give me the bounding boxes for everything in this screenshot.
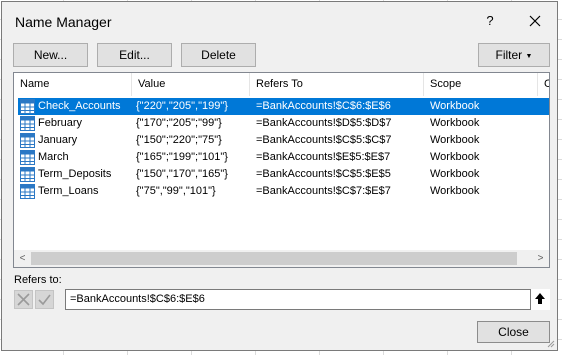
list-row[interactable]: Term_Deposits {"150","170","165"} =BankAcc… xyxy=(18,166,549,183)
row-scope: Workbook xyxy=(430,100,480,112)
row-scope: Workbook xyxy=(430,134,480,146)
column-header-comment[interactable]: C xyxy=(538,73,549,96)
row-name: January xyxy=(38,134,78,146)
row-value: {"165";"199";"101"} xyxy=(136,151,228,163)
row-refers-to: =BankAccounts!$D$5:$D$7 xyxy=(256,117,392,129)
refers-to-bar: =BankAccounts!$C$6:$E$6 xyxy=(13,289,550,311)
named-range-icon xyxy=(20,184,35,199)
names-list[interactable]: Name Value Refers To Scope C Check_Accou… xyxy=(13,72,550,268)
close-icon[interactable] xyxy=(522,10,548,32)
row-refers-to: =BankAccounts!$C$5:$C$7 xyxy=(256,134,392,146)
row-name: March xyxy=(38,151,69,163)
filter-button[interactable]: Filter ▼ xyxy=(478,43,550,67)
scroll-left-icon[interactable]: < xyxy=(14,250,31,267)
horizontal-scrollbar[interactable]: < > xyxy=(14,250,549,267)
row-name: February xyxy=(38,117,83,129)
row-scope: Workbook xyxy=(430,151,480,163)
row-refers-to: =BankAccounts!$C$7:$E$7 xyxy=(256,185,391,197)
scroll-right-icon[interactable]: > xyxy=(532,250,549,267)
row-refers-to: =BankAccounts!$C$5:$E$5 xyxy=(256,168,391,180)
dropdown-arrow-icon: ▼ xyxy=(525,53,533,60)
column-header-scope[interactable]: Scope xyxy=(424,73,538,96)
row-value: {"150","170","165"} xyxy=(136,168,228,180)
row-value: {"75","99","101"} xyxy=(136,185,216,197)
confirm-edit-icon[interactable] xyxy=(35,290,54,309)
named-range-icon xyxy=(20,133,35,148)
delete-button[interactable]: Delete xyxy=(181,43,256,67)
dialog-title: Name Manager xyxy=(15,14,112,30)
row-scope: Workbook xyxy=(430,168,480,180)
named-range-icon xyxy=(20,167,35,182)
named-range-icon xyxy=(20,99,35,114)
row-scope: Workbook xyxy=(430,117,480,129)
edit-button[interactable]: Edit... xyxy=(97,43,172,67)
filter-label: Filter xyxy=(495,48,523,62)
column-header-name[interactable]: Name xyxy=(14,73,132,96)
row-name: Term_Deposits xyxy=(38,168,112,180)
name-manager-dialog: Name Manager ? New... Edit... Delete Fil… xyxy=(1,1,558,351)
row-value: {"220","205","199"} xyxy=(136,100,228,112)
cancel-edit-icon[interactable] xyxy=(14,290,33,309)
list-row[interactable]: Check_Accounts {"220","205","199"} =BankAc… xyxy=(18,98,549,115)
new-button[interactable]: New... xyxy=(13,43,88,67)
list-row[interactable]: February {"170";"205";"99"} =BankAccounts!… xyxy=(18,115,549,132)
column-header-value[interactable]: Value xyxy=(132,73,250,96)
column-header-refers-to[interactable]: Refers To xyxy=(250,73,424,96)
row-name: Check_Accounts xyxy=(38,100,121,112)
row-scope: Workbook xyxy=(430,185,480,197)
list-header: Name Value Refers To Scope C xyxy=(14,73,549,96)
list-row[interactable]: March {"165";"199";"101"} =BankAccounts!$E… xyxy=(18,149,549,166)
named-range-icon xyxy=(20,150,35,165)
refers-to-label: Refers to: xyxy=(14,274,62,286)
resize-grip-icon[interactable] xyxy=(545,338,555,348)
row-value: {"170";"205";"99"} xyxy=(136,117,222,129)
row-name: Term_Loans xyxy=(38,185,99,197)
row-refers-to: =BankAccounts!$C$6:$E$6 xyxy=(256,100,391,112)
close-button[interactable]: Close xyxy=(477,321,550,343)
named-range-icon xyxy=(20,116,35,131)
row-refers-to: =BankAccounts!$E$5:$E$7 xyxy=(256,151,391,163)
refers-to-input[interactable]: =BankAccounts!$C$6:$E$6 xyxy=(65,289,550,310)
help-button[interactable]: ? xyxy=(478,10,502,32)
list-row[interactable]: January {"150";"220";"75"} =BankAccounts!$… xyxy=(18,132,549,149)
collapse-dialog-icon[interactable] xyxy=(530,289,550,310)
row-value: {"150";"220";"75"} xyxy=(136,134,222,146)
scrollbar-thumb[interactable] xyxy=(31,252,517,265)
list-row[interactable]: Term_Loans {"75","99","101"} =BankAccounts… xyxy=(18,183,549,200)
